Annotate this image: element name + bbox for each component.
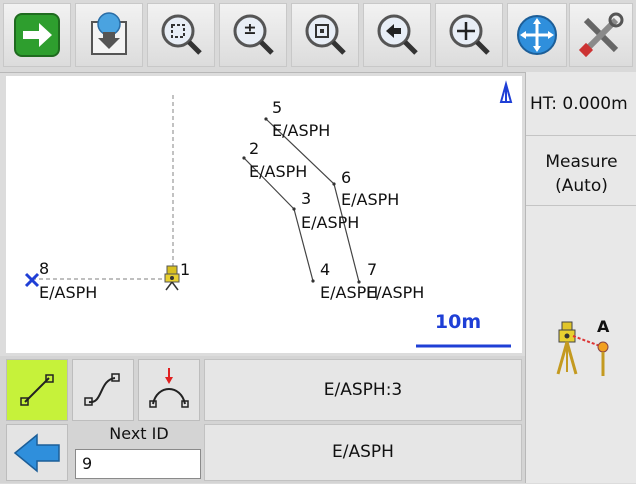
line-mode-button[interactable] [6, 359, 68, 421]
height-label[interactable]: HT: 0.000m [526, 72, 636, 136]
measure-mode-label: (Auto) [555, 176, 608, 196]
side-panel: HT: 0.000m Measure (Auto) A [525, 72, 636, 483]
measure-label: Measure [545, 152, 618, 172]
point-2-code: E/ASPH [249, 162, 307, 181]
pan-arrows-icon [517, 15, 557, 55]
map-drawing: 5 E/ASPH 2 E/ASPH 6 E/ASPH 3 E/ASPH 4 E/… [24, 80, 513, 348]
point-6-id: 6 [341, 168, 351, 187]
toolbar: ± [0, 0, 636, 73]
zoom-extents-icon [161, 14, 202, 55]
download-button[interactable] [75, 3, 143, 67]
svg-text:±: ± [243, 19, 256, 38]
zoom-pan-icon [449, 14, 490, 55]
next-id-label: Next ID [109, 424, 169, 443]
zoom-back-icon [377, 14, 418, 55]
instrument-target-icon[interactable]: A [526, 312, 636, 392]
zoom-in-out-button[interactable]: ± [219, 3, 287, 67]
measure-mode-button[interactable]: Measure (Auto) [526, 136, 636, 206]
point-3-id: 3 [301, 189, 311, 208]
line-icon [20, 374, 54, 406]
north-arrow-icon [499, 80, 513, 103]
zoom-window-button[interactable] [291, 3, 359, 67]
zoom-plus-minus-icon: ± [233, 14, 274, 55]
next-arrow-button[interactable] [3, 3, 71, 67]
tools-icon [578, 12, 624, 58]
point-5-id: 5 [272, 98, 282, 117]
zoom-window-icon [305, 14, 346, 55]
zoom-extents-button[interactable] [147, 3, 215, 67]
current-code-button[interactable]: E/ASPH:3 [204, 359, 522, 421]
point-6-code: E/ASPH [341, 190, 399, 209]
point-5-code: E/ASPH [272, 121, 330, 140]
blue-left-arrow-icon [13, 433, 60, 473]
point-8-code: E/ASPH [39, 283, 97, 302]
point-8-marker [24, 272, 40, 288]
point-2-id: 2 [249, 139, 259, 158]
point-3-code: E/ASPH [301, 213, 359, 232]
point-4-id: 4 [320, 260, 330, 279]
zoom-pan-button[interactable] [435, 3, 503, 67]
back-button[interactable] [6, 424, 68, 481]
curve-mode-button[interactable] [72, 359, 134, 421]
map-canvas[interactable]: 5 E/ASPH 2 E/ASPH 6 E/ASPH 3 E/ASPH 4 E/… [6, 76, 522, 353]
scale-label: 10m [435, 311, 481, 333]
next-id-input[interactable]: 9 [75, 449, 201, 479]
zoom-previous-button[interactable] [363, 3, 431, 67]
point-8-id: 8 [39, 259, 49, 278]
settings-button[interactable] [569, 3, 633, 67]
point-7-id: 7 [367, 260, 377, 279]
instrument-station-icon [164, 265, 180, 291]
point-1-id: 1 [180, 260, 190, 279]
arc-point-icon [149, 368, 189, 408]
point-7-code: E/ASPH [366, 283, 424, 302]
pan-button[interactable] [507, 3, 567, 67]
green-right-arrow-icon [14, 13, 60, 57]
arc-mode-button[interactable] [138, 359, 200, 421]
curve-icon [84, 373, 120, 406]
globe-download-icon [91, 12, 127, 55]
code-button[interactable]: E/ASPH [204, 424, 522, 481]
target-label: A [597, 317, 610, 336]
